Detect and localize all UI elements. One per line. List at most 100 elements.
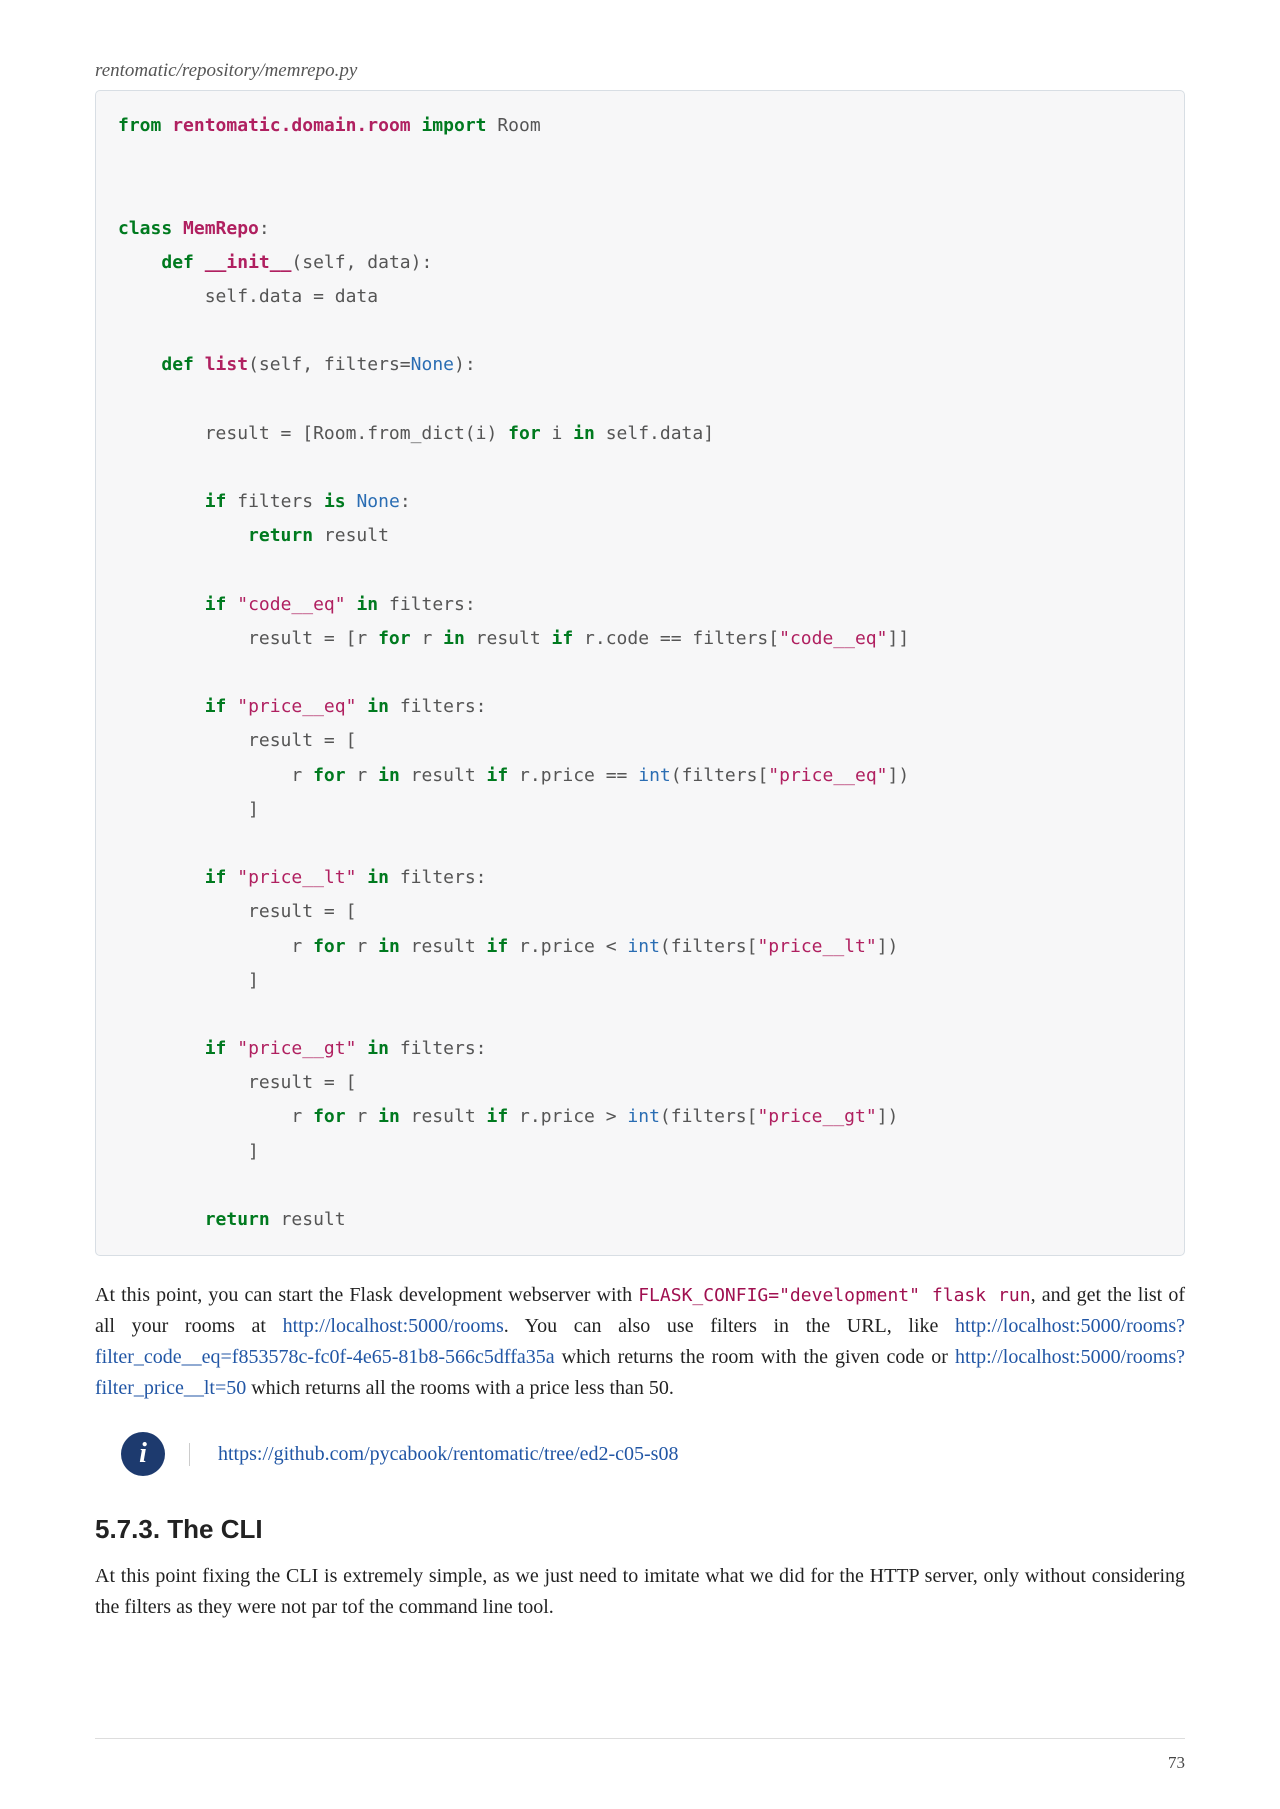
kw-if: if [205,867,227,888]
code-line: ]) [877,1106,899,1127]
fn-init: __init__ [205,252,292,273]
kw-in: in [367,1038,389,1059]
text: . You can also use filters in the URL, l… [504,1315,955,1337]
kw-is: is [324,491,346,512]
kw-return: return [248,525,313,546]
code-line: r.price == [508,765,638,786]
module-name: rentomatic.domain.room [172,115,410,136]
fn-list: list [205,354,248,375]
kw-for: for [508,423,541,444]
code-line: ] [118,970,259,991]
explanation-paragraph: At this point, you can start the Flask d… [95,1280,1185,1404]
code-line: self.data = data [118,286,378,307]
code-line: i [541,423,574,444]
page-number: 73 [1168,1753,1185,1773]
code-caption: rentomatic/repository/memrepo.py [95,60,1185,82]
text: which returns the room with the given co… [555,1346,955,1368]
params: ): [454,354,476,375]
kw-for: for [313,1106,346,1127]
footer-divider [95,1738,1185,1739]
link-rooms[interactable]: http://localhost:5000/rooms [283,1315,504,1337]
code-line: ]) [888,765,910,786]
kw-in: in [378,936,400,957]
text: At this point, you can start the Flask d… [95,1284,638,1306]
kw-if: if [487,936,509,957]
code-line: result = [ [118,1072,356,1093]
code-block: from rentomatic.domain.room import Room … [95,90,1185,1256]
code-line: r [118,765,313,786]
code-line: ]) [877,936,899,957]
builtin-int: int [638,765,671,786]
kw-in: in [443,628,465,649]
builtin-int: int [627,936,660,957]
code-line: (filters[ [671,765,769,786]
code-line: ]] [887,628,909,649]
class-name: MemRepo [183,218,259,239]
code-line: result = [ [118,901,356,922]
params: (self, data): [291,252,432,273]
section-heading: 5.7.3. The CLI [95,1514,1185,1545]
str-pricegt: "price__gt" [757,1106,876,1127]
str-priceeq: "price__eq" [768,765,887,786]
code-line: r.price < [508,936,627,957]
code-line: r [346,1106,379,1127]
kw-def: def [161,252,194,273]
kw-class: class [118,218,172,239]
code-line: result [400,765,487,786]
kw-for: for [313,765,346,786]
code-line: result [270,1209,346,1230]
code-line: result = [r [118,628,378,649]
kw-in: in [573,423,595,444]
kw-import: import [421,115,486,136]
str-pricelt: "price__lt" [757,936,876,957]
code-line [346,491,357,512]
code-line: ] [118,799,259,820]
builtin-int: int [627,1106,660,1127]
kw-if: if [487,1106,509,1127]
link-github[interactable]: https://github.com/pycabook/rentomatic/t… [218,1443,678,1465]
kw-if: if [205,491,227,512]
info-icon: i [121,1432,165,1476]
code-line: filters: [389,696,487,717]
kw-if: if [205,696,227,717]
admonition-content: https://github.com/pycabook/rentomatic/t… [189,1443,1185,1466]
kw-in: in [356,594,378,615]
code-line: result [400,1106,487,1127]
code-line: r [118,1106,313,1127]
code-line: filters [226,491,324,512]
str-pricelt: "price__lt" [237,867,356,888]
kw-if: if [205,594,227,615]
code-line: (filters[ [660,1106,758,1127]
params: (self, filters= [248,354,411,375]
kw-def: def [161,354,194,375]
kw-if: if [552,628,574,649]
kw-in: in [378,765,400,786]
code-line: r [346,765,379,786]
code-line: r.price > [508,1106,627,1127]
code-line: self.data] [595,423,714,444]
kw-in: in [367,867,389,888]
kw-in: in [378,1106,400,1127]
code-line: filters: [389,867,487,888]
kw-for: for [313,936,346,957]
code-line: : [400,491,411,512]
str-codeeq: "code__eq" [779,628,887,649]
kw-from: from [118,115,161,136]
kw-for: for [378,628,411,649]
code-line: result = [ [118,730,356,751]
builtin-none: None [411,354,454,375]
code-line: result [465,628,552,649]
code-line: ] [118,1141,259,1162]
code-line: result [400,936,487,957]
builtin-none: None [356,491,399,512]
str-codeeq: "code__eq" [237,594,345,615]
code-line: filters: [378,594,476,615]
code-line: (filters[ [660,936,758,957]
text: which returns all the rooms with a price… [246,1377,674,1399]
code-line: r [118,936,313,957]
str-pricegt: "price__gt" [237,1038,356,1059]
inline-code: FLASK_CONFIG="development" flask run [638,1285,1030,1306]
kw-return: return [205,1209,270,1230]
import-name: Room [497,115,540,136]
code-line: r [346,936,379,957]
